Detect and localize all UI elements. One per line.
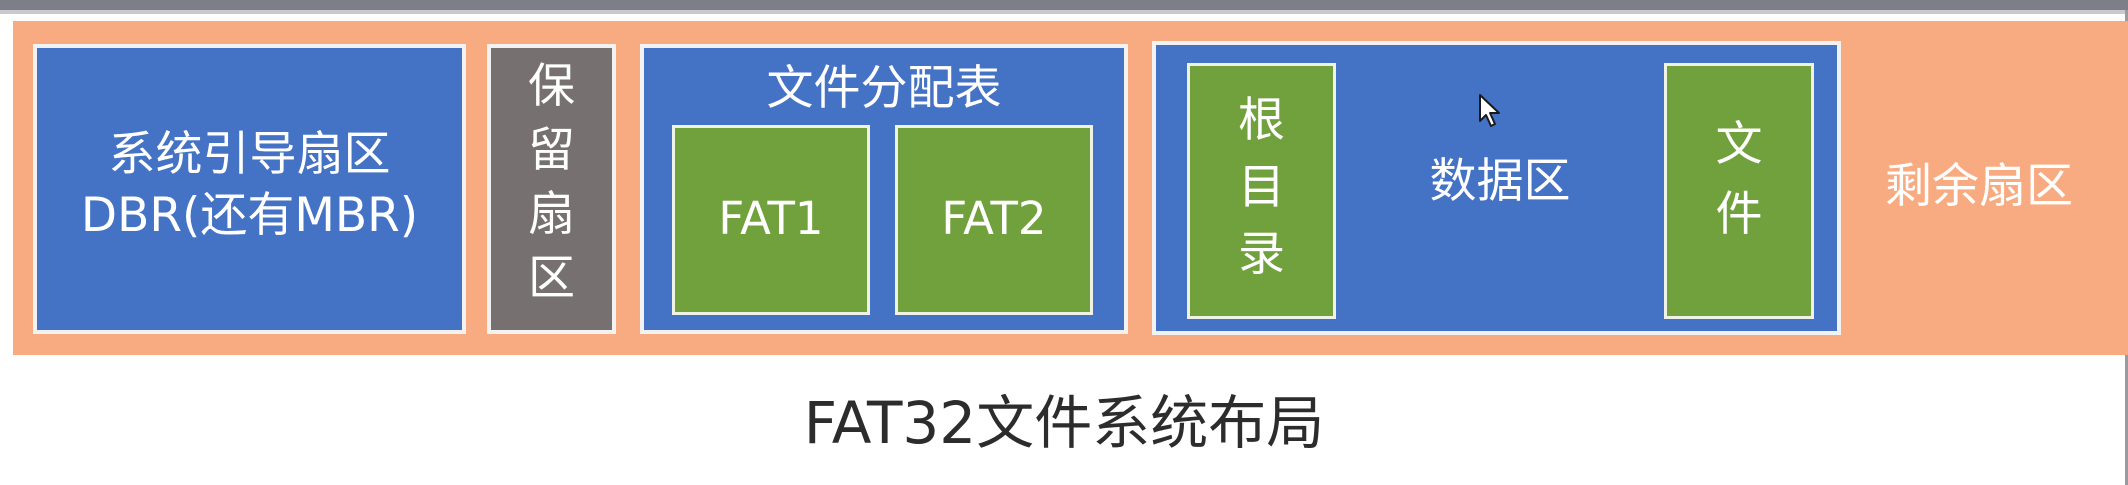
fat-table-title: 文件分配表 bbox=[766, 61, 1002, 116]
window-top-bar bbox=[0, 0, 2128, 10]
reserved-sectors-block: 保 留 扇 区 bbox=[487, 44, 616, 334]
remaining-sectors-label: 剩余扇区 bbox=[1885, 159, 2073, 214]
root-directory-block: 根 目 录 bbox=[1187, 63, 1336, 319]
root-dir-char: 根 bbox=[1238, 93, 1285, 148]
file-char: 件 bbox=[1715, 187, 1763, 242]
fat2-block: FAT2 bbox=[895, 125, 1093, 315]
window-top-border bbox=[0, 10, 2128, 14]
mouse-cursor-icon bbox=[1479, 94, 1500, 127]
boot-sector-subtitle: DBR(还有MBR) bbox=[80, 188, 419, 243]
fat1-block: FAT1 bbox=[672, 125, 870, 315]
boot-sector-title: 系统引导扇区 bbox=[108, 127, 391, 182]
fat2-label: FAT2 bbox=[941, 192, 1047, 245]
reserved-char: 扇 bbox=[528, 187, 575, 242]
root-dir-char: 录 bbox=[1238, 227, 1285, 282]
file-char: 文 bbox=[1715, 117, 1763, 172]
fat1-label: FAT1 bbox=[718, 192, 824, 245]
data-area-label: 数据区 bbox=[1429, 154, 1571, 209]
reserved-char: 保 bbox=[528, 59, 575, 114]
reserved-char: 留 bbox=[528, 123, 575, 178]
diagram-caption: FAT32文件系统布局 bbox=[803, 389, 1325, 457]
root-dir-char: 目 bbox=[1238, 160, 1285, 215]
file-block: 文 件 bbox=[1664, 63, 1814, 319]
reserved-char: 区 bbox=[528, 251, 575, 306]
boot-sector-block: 系统引导扇区 DBR(还有MBR) bbox=[33, 44, 466, 334]
